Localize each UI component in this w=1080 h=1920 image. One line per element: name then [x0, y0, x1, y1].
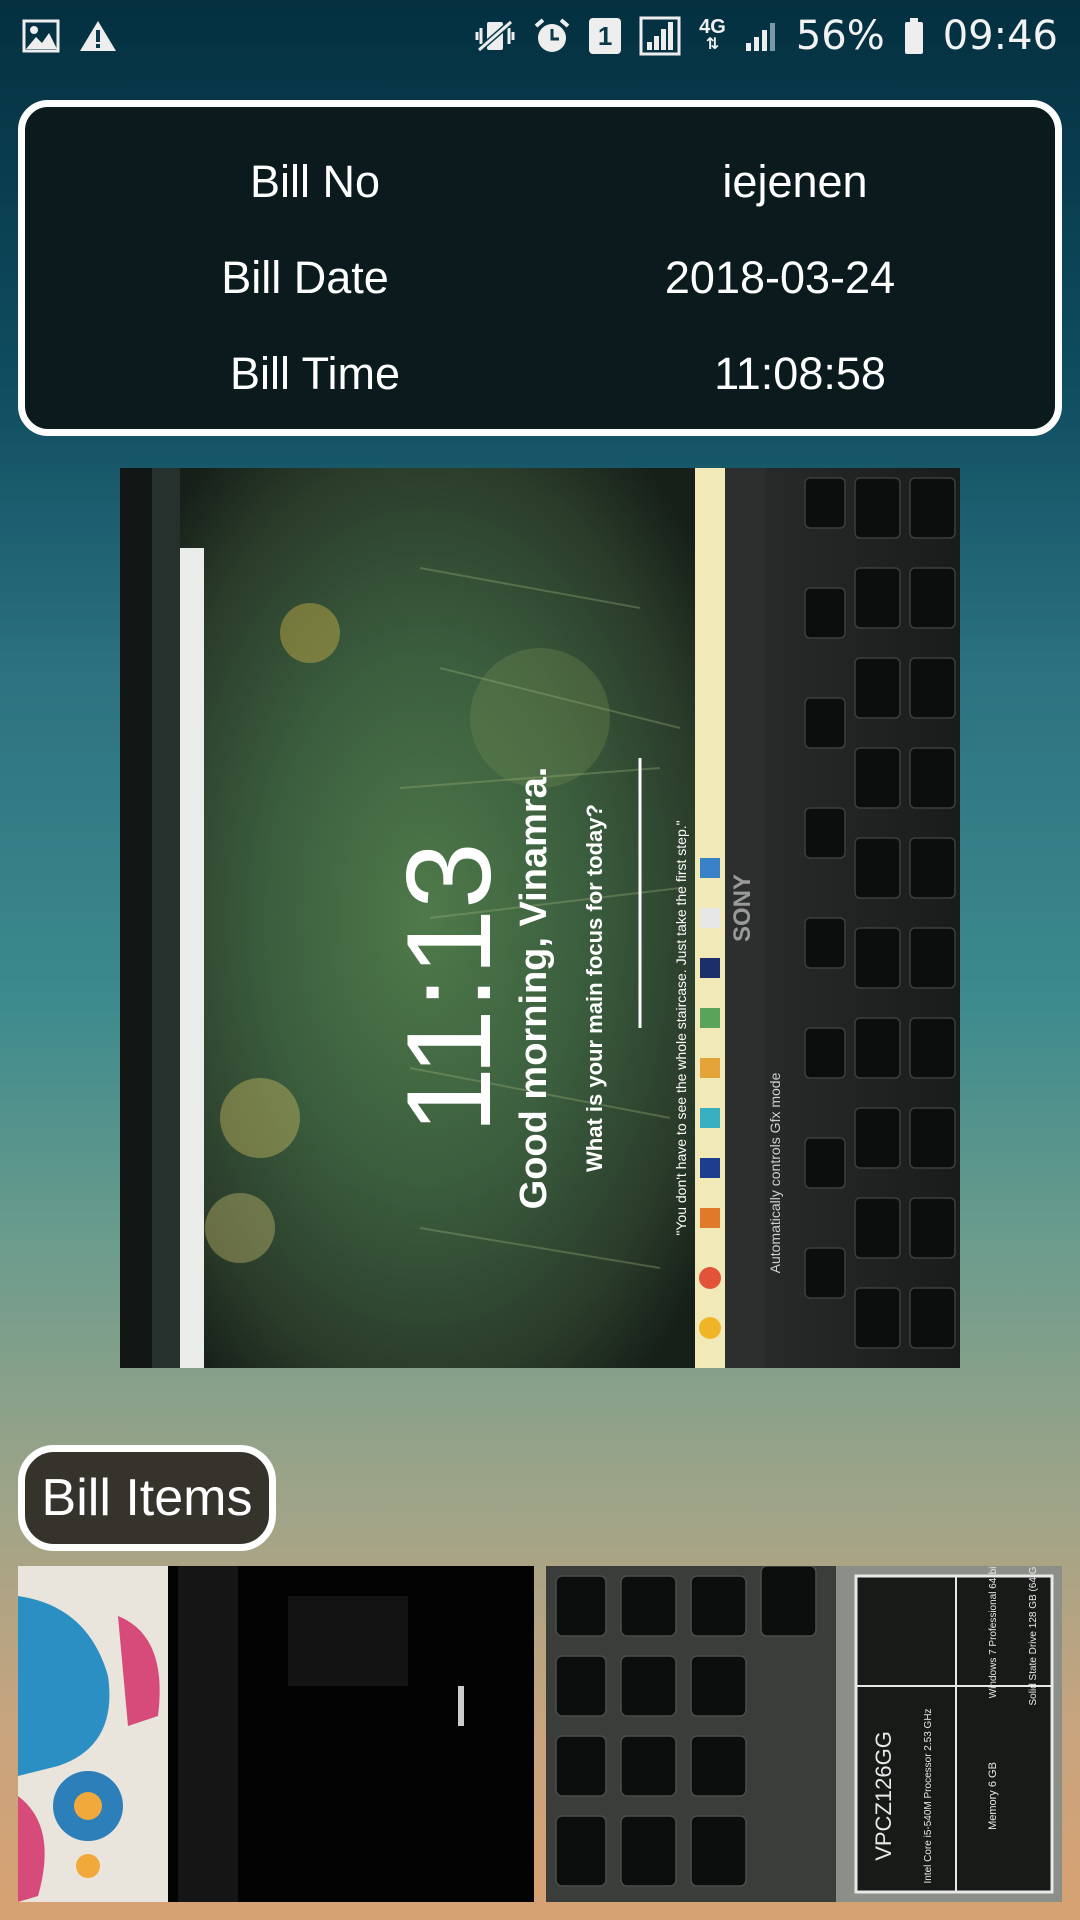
photo-focus: What is your main focus for today?: [582, 804, 607, 1172]
bill-item-thumbnail[interactable]: VPCZ126GG Intel Core i5-540M Processor 2…: [546, 1566, 1062, 1902]
4g-icon: 4G ⇅: [699, 16, 726, 53]
bill-no-row: Bill No iejenen: [25, 147, 1055, 217]
bill-time-value: 11:08:58: [714, 348, 886, 399]
clock: 09:46: [942, 13, 1058, 59]
bill-item-image: [18, 1566, 534, 1902]
thumb-model: VPCZ126GG: [871, 1731, 896, 1861]
bill-time-row: Bill Time 11:08:58: [25, 339, 1055, 409]
sim-1-icon: 1: [589, 18, 622, 54]
bill-no-value: iejenen: [722, 156, 868, 207]
bill-item-thumbnail[interactable]: [18, 1566, 534, 1902]
status-left: [22, 19, 118, 53]
photo-quote: "You don't have to see the whole stairca…: [673, 820, 689, 1235]
bill-date-label: Bill Date: [221, 252, 389, 303]
bill-photo[interactable]: 11:13 Good morning, Vinamra. What is you…: [120, 468, 960, 1368]
alarm-icon: [533, 17, 571, 55]
bill-items-title: Bill Items: [41, 1469, 253, 1527]
thumb-spec-d: Solid State Drive 128 GB (64 GB): [1028, 1566, 1039, 1705]
thumb-spec-b: Windows 7 Professional 64-bit: [988, 1566, 999, 1698]
battery-percent: 56%: [795, 13, 885, 59]
bill-time-label: Bill Time: [229, 348, 401, 399]
network-type: 4G: [699, 16, 726, 38]
thumb-spec-c: Memory 6 GB: [987, 1762, 999, 1830]
bill-photo-image: 11:13 Good morning, Vinamra. What is you…: [120, 468, 960, 1368]
warning-icon: [78, 19, 118, 53]
status-bar: 1 4G ⇅ 56% 09:46: [0, 0, 1080, 72]
status-right: 1 4G ⇅ 56% 09:46: [475, 13, 1058, 59]
photo-gfx-label: Automatically controls Gfx mode: [767, 1072, 783, 1273]
vibrate-off-icon: [475, 18, 515, 54]
photo-greeting: Good morning, Vinamra.: [513, 767, 555, 1210]
gallery-icon: [22, 19, 60, 53]
bill-date-value: 2018-03-24: [664, 252, 896, 303]
photo-brand: SONY: [729, 874, 756, 942]
bill-no-label: Bill No: [249, 156, 381, 207]
bill-date-row: Bill Date 2018-03-24: [25, 243, 1055, 313]
photo-clock: 11:13: [382, 842, 516, 1133]
signal-icon: [639, 16, 681, 56]
bill-info-card: Bill No iejenen Bill Date 2018-03-24 Bil…: [18, 100, 1062, 436]
sim-number: 1: [597, 20, 613, 51]
bill-item-image: VPCZ126GG Intel Core i5-540M Processor 2…: [546, 1566, 1062, 1902]
thumb-spec-a: Intel Core i5-540M Processor 2.53 GHz: [923, 1708, 934, 1883]
battery-icon: [903, 17, 925, 55]
bill-items-header: Bill Items: [18, 1445, 276, 1551]
signal-weak-icon: [744, 19, 778, 53]
